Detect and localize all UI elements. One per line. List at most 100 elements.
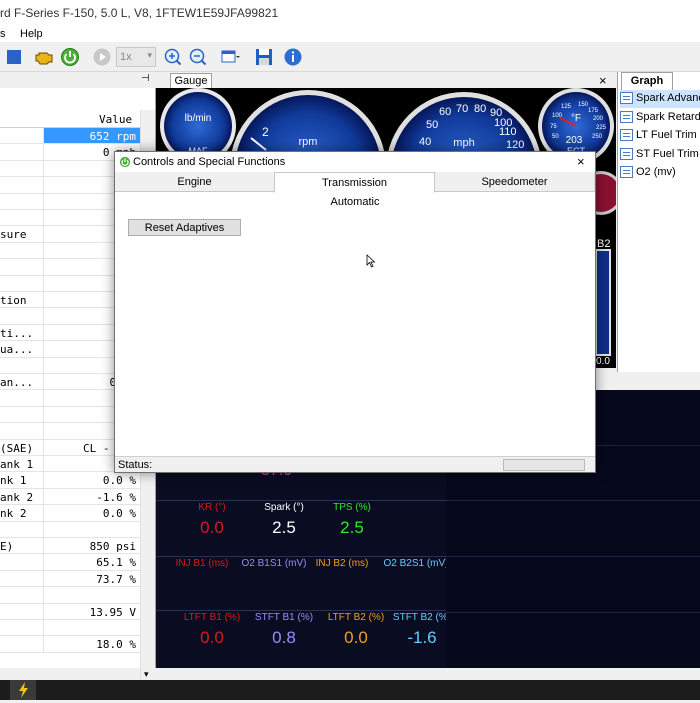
speed-tick-120: 120 [506,139,524,151]
save-icon[interactable] [254,47,274,67]
pid-name: an... [0,376,34,389]
pid-row[interactable]: nk 1 0.0 % [0,472,140,489]
pid-name: tion [0,294,27,307]
speed-tick-50: 50 [426,119,438,131]
pin-icon[interactable]: ⊣ [141,73,150,84]
pid-row[interactable] [0,521,140,538]
dashboard-value: 0.8 [272,628,296,647]
pid-name: ti... [0,326,34,340]
dashboard-cell: LTFT B1 (%) 0.0 [176,612,248,648]
close-icon[interactable]: × [577,154,585,169]
zoom-in-icon[interactable] [163,47,183,67]
series-icon [620,147,633,160]
close-icon[interactable]: × [599,73,607,88]
ect-tick-225: 225 [596,125,607,131]
power-icon [119,156,131,168]
pid-row[interactable]: ank 2 -1.6 % [0,488,140,506]
tab-graph[interactable]: Graph [621,72,673,90]
graph-series-item[interactable]: O2 (mv) [620,164,700,182]
dashboard-label: INJ B1 (ms) [175,558,229,569]
dashboard-cell: TPS (%) 2.5 [316,502,388,538]
pid-value: 65.1 % [43,554,140,570]
graph-series-item[interactable]: LT Fuel Trim [620,127,700,145]
pid-name: E) [0,540,14,553]
tab-speedometer[interactable]: Speedometer [435,172,595,192]
taskbar [0,680,700,700]
pid-row[interactable]: 652 rpm [0,128,140,145]
pid-row[interactable] [0,587,140,604]
pid-value: 73.7 % [43,570,140,587]
window-title: rd F-Series F-150, 5.0 L, V8, 1FTEW1E59J… [0,6,279,20]
pid-row[interactable]: 18.0 % [0,636,140,653]
pid-name: ua... [0,343,34,357]
dashboard-label: LTFT B1 (%) [183,612,241,623]
dialog-status-bar: Status: [115,456,595,472]
pid-row[interactable] [0,620,140,637]
speed-unit: mph [453,137,474,149]
dashboard-label: O2 B1S1 (mV) [241,558,307,569]
pid-name: (SAE) [0,441,34,455]
playback-speed-select[interactable]: 1x ▾ [116,47,156,67]
pid-name: ank 1 [0,458,34,471]
check-engine-icon[interactable] [34,47,54,67]
b2-value: 0.0 [596,356,610,367]
speed-tick-70: 70 [456,103,468,115]
power-icon[interactable] [60,47,80,67]
series-label: Spark Retard [636,110,700,123]
dashboard-label: INJ B2 (ms) [315,558,369,569]
pid-value: 850 psi [43,538,140,554]
dashboard-divider [156,610,446,611]
pid-value: 13.95 V [43,603,140,619]
pid-grid-header: Value [0,110,140,128]
pid-row[interactable]: 65.1 % [0,554,140,571]
layout-icon[interactable] [220,47,240,67]
pid-row[interactable]: E) 850 psi [0,538,140,555]
info-icon[interactable] [283,47,303,67]
graph-gridline [446,556,700,557]
dashboard-value: 2.5 [272,518,296,537]
dashboard-cell: O2 B1S1 (mV) [238,558,310,574]
play-icon[interactable] [92,47,112,67]
pid-row[interactable]: 13.95 V [0,603,140,620]
dashboard-cell: Spark (°) 2.5 [248,502,320,538]
status-label: Status: [118,459,153,471]
ect-tick-75: 75 [550,124,557,130]
dialog-title-bar: Controls and Special Functions × [115,152,595,172]
pid-value [43,521,140,537]
graph-series-item[interactable]: ST Fuel Trim [620,146,700,164]
pid-row[interactable]: 73.7 % [0,570,140,588]
toolbar [0,42,700,72]
title-bar: rd F-Series F-150, 5.0 L, V8, 1FTEW1E59J… [0,0,700,26]
ect-tick-200: 200 [593,116,604,122]
dashboard-cell: INJ B1 (ms) [166,558,238,574]
pid-value [43,587,140,603]
status-progress-bar [503,459,585,471]
graph-series-item[interactable]: Spark Advance [620,90,700,108]
reset-adaptives-button[interactable]: Reset Adaptives [128,219,241,236]
stop-icon[interactable] [4,47,24,67]
ect-tick-175: 175 [588,108,599,114]
ect-tick-250: 250 [592,134,603,140]
rpm-tick-label: 2 [262,125,269,139]
pid-name: nk 1 [0,474,27,488]
tab-gauge[interactable]: Gauge [170,73,212,89]
pid-value: 18.0 % [43,636,140,652]
tab-engine[interactable]: Engine [115,172,275,192]
pid-value: 0.0 % [43,505,140,521]
column-header-value[interactable]: Value [99,113,132,126]
graph-gridline [446,500,700,501]
speed-tick-40: 40 [419,136,431,148]
scroll-down-icon[interactable]: ▾ [144,669,149,680]
menu-item-help[interactable]: Help [20,28,43,40]
mouse-cursor-icon [366,254,376,268]
zoom-out-icon[interactable] [188,47,208,67]
dashboard-label: Spark (°) [264,502,304,513]
pid-name: sure [0,228,27,242]
graph-series-item[interactable]: Spark Retard [620,109,700,127]
dashboard-value: 0.0 [200,518,224,537]
menu-item-tools[interactable]: s [0,28,6,40]
tab-transmission[interactable]: Transmission [274,172,435,193]
pid-row[interactable]: nk 2 0.0 % [0,505,140,522]
taskbar-app-button[interactable] [10,680,36,700]
pid-value: -1.6 % [43,488,140,505]
